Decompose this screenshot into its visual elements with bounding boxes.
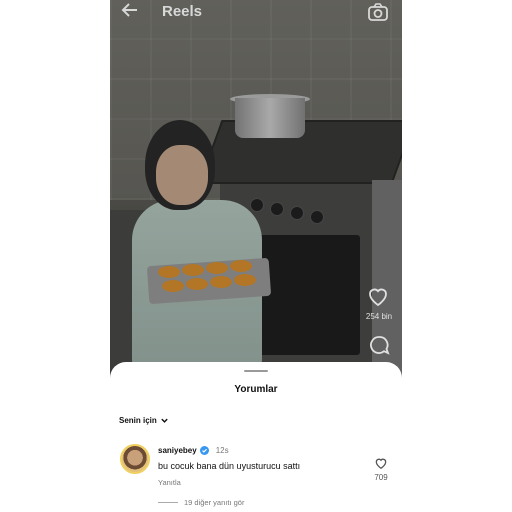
chevron-down-icon — [161, 418, 168, 423]
reels-screen: Reels 254 bin Yorumlar Senin için saniye… — [110, 0, 402, 512]
comments-sheet: Yorumlar Senin için saniyebey 12s bu coc… — [110, 362, 402, 512]
video-dim-overlay — [110, 0, 402, 390]
avatar[interactable] — [120, 444, 150, 474]
comment-like-button[interactable] — [374, 456, 388, 470]
view-replies-button[interactable]: 19 diğer yanıtı gör — [158, 498, 244, 507]
back-button[interactable] — [120, 0, 140, 26]
replies-divider — [158, 502, 178, 503]
like-button[interactable] — [366, 284, 390, 308]
comment-header: saniyebey 12s — [158, 446, 229, 455]
comment-button[interactable] — [368, 334, 390, 356]
sheet-title: Yorumlar — [234, 384, 278, 395]
comment-text: bu cocuk bana dün uyusturucu sattı — [158, 461, 301, 471]
verified-badge-icon — [199, 446, 209, 455]
page-title: Reels — [162, 3, 203, 20]
camera-icon — [368, 3, 388, 21]
comment-timestamp: 12s — [215, 446, 229, 455]
reel-video[interactable] — [110, 0, 402, 390]
sort-label: Senin için — [119, 416, 157, 425]
comment-bubble-icon — [370, 336, 390, 355]
heart-icon — [375, 458, 387, 470]
comment-like-count: 709 — [374, 473, 388, 482]
like-count: 254 bin — [365, 312, 393, 321]
comment-username[interactable]: saniyebey — [158, 446, 197, 455]
sort-dropdown[interactable]: Senin için — [119, 416, 169, 425]
arrow-left-icon — [121, 3, 137, 17]
view-replies-label: 19 diğer yanıtı gör — [184, 498, 245, 507]
heart-icon — [369, 288, 387, 307]
reply-button[interactable]: Yanıtla — [158, 478, 181, 487]
drag-handle[interactable] — [244, 370, 268, 372]
camera-button[interactable] — [367, 2, 389, 22]
